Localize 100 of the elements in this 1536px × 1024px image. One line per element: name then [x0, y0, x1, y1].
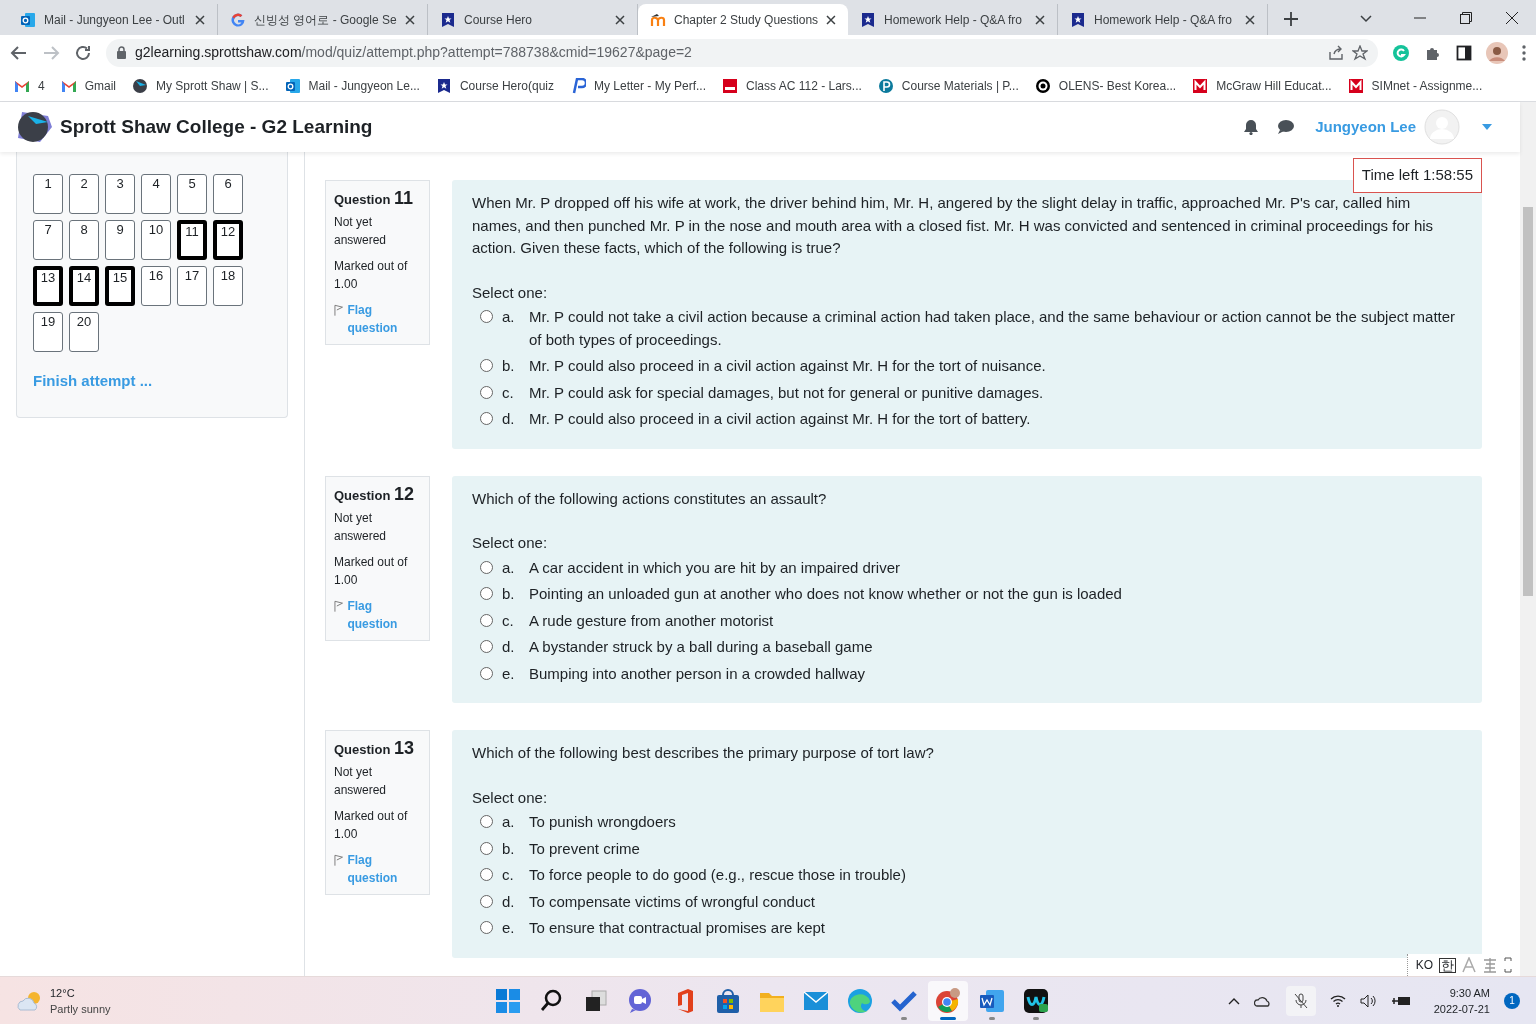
bookmark[interactable]: Class AC 112 - Lars... [722, 76, 862, 95]
hangul-mode[interactable]: 한 [1439, 957, 1456, 973]
option-text[interactable]: Mr. P could ask for special damages, but not for general or punitive damages. [529, 381, 1044, 404]
option-text[interactable]: A rude gesture from another motorist [529, 609, 774, 632]
close-icon[interactable] [405, 14, 415, 25]
question-nav-button[interactable]: 18 [213, 266, 243, 306]
scrollbar[interactable] [1520, 102, 1536, 976]
microphone-muted-button[interactable] [1285, 985, 1316, 1016]
radio-button[interactable] [480, 666, 493, 680]
back-icon[interactable] [10, 43, 28, 62]
question-nav-button[interactable]: 13 [33, 266, 63, 306]
bookmark[interactable]: Gmail [60, 76, 117, 95]
question-nav-button[interactable]: 4 [141, 174, 171, 214]
option-text[interactable]: Mr. P could not take a civil action because a criminal action had taken place, and the same behaviour or action cannot be the subject matter of both types of proceedings. [529, 306, 1462, 351]
site-title[interactable]: Sprott Shaw College - G2 Learning [60, 112, 373, 142]
dropdown-caret-icon[interactable] [1482, 124, 1492, 130]
bookmark[interactable]: My Letter - My Perf... [570, 76, 706, 95]
flag-icon[interactable] [334, 599, 344, 612]
radio-button[interactable] [480, 815, 493, 828]
radio-button[interactable] [480, 921, 493, 934]
question-nav-button[interactable]: 11 [177, 220, 207, 260]
question-nav-button[interactable]: 1 [33, 174, 63, 214]
radio-button[interactable] [480, 310, 493, 323]
question-nav-button[interactable]: 15 [105, 266, 135, 306]
share-icon[interactable] [1328, 44, 1344, 61]
question-nav-button[interactable]: 17 [177, 266, 207, 306]
option-text[interactable]: To prevent crime [529, 837, 640, 860]
close-icon[interactable] [195, 14, 205, 25]
radio-button[interactable] [480, 894, 493, 908]
close-icon[interactable] [826, 14, 836, 25]
option-text[interactable]: A bystander struck by a ball during a baseball game [529, 636, 873, 659]
question-nav-button[interactable]: 3 [105, 174, 135, 214]
volume-icon[interactable] [1359, 993, 1378, 1008]
question-nav-button[interactable]: 6 [213, 174, 243, 214]
bell-icon[interactable] [1243, 119, 1260, 135]
bookmark[interactable]: OLENS- Best Korea... [1034, 76, 1177, 95]
radio-button[interactable] [480, 587, 493, 600]
option-text[interactable]: Mr. P could also proceed in a civil action against Mr. H for the tort of nuisance. [529, 355, 1046, 378]
radio-button[interactable] [480, 613, 493, 627]
menu-icon[interactable] [1522, 44, 1526, 61]
browser-tab[interactable]: 신빙성 영어로 - Google Se [218, 4, 428, 35]
bookmark[interactable]: 4 [14, 76, 45, 95]
close-icon[interactable] [615, 14, 625, 25]
ime-mode[interactable]: KO [1415, 956, 1433, 974]
wifi-icon[interactable] [1329, 994, 1346, 1007]
question-nav-button[interactable]: 19 [33, 312, 63, 352]
bookmark[interactable]: McGraw Hill Educat... [1192, 76, 1332, 95]
question-nav-button[interactable]: 12 [213, 220, 243, 260]
bookmark[interactable]: My Sprott Shaw | S... [132, 76, 269, 95]
restore-icon[interactable] [1460, 12, 1472, 24]
browser-tab[interactable]: Chapter 2 Study Questions [638, 4, 848, 35]
browser-tab[interactable]: Homework Help - Q&A fro [1058, 4, 1268, 35]
radio-button[interactable] [480, 412, 493, 425]
bookmark[interactable]: Course Hero(quiz [435, 76, 554, 95]
option-text[interactable]: To ensure that contractual promises are kept [529, 917, 825, 940]
bookmark[interactable]: Mail - Jungyeon Le... [284, 76, 420, 95]
question-nav-button[interactable]: 8 [69, 220, 99, 260]
browser-tab[interactable]: Course Hero [428, 4, 638, 35]
option-text[interactable]: To punish wrongdoers [529, 811, 676, 834]
chevron-up-icon[interactable] [1227, 996, 1240, 1005]
radio-button[interactable] [480, 385, 493, 399]
star-icon[interactable] [1352, 44, 1368, 61]
reload-icon[interactable] [74, 43, 92, 62]
flag-icon[interactable] [334, 304, 344, 316]
question-nav-button[interactable]: 20 [69, 312, 99, 352]
option-text[interactable]: A car accident in which you are hit by an impaired driver [529, 556, 900, 579]
new-tab-icon[interactable] [1284, 12, 1298, 26]
option-text[interactable]: Bumping into another person in a crowded hallway [529, 662, 866, 685]
bookmark[interactable]: Course Materials | P... [877, 76, 1019, 95]
close-icon[interactable] [1035, 14, 1045, 25]
clock[interactable]: 9:30 AM 2022-07-21 [1433, 984, 1490, 1017]
expand-icon[interactable] [1504, 957, 1512, 973]
notification-badge[interactable]: 1 [1504, 992, 1520, 1009]
chat-bubble-icon[interactable] [1277, 119, 1296, 135]
radio-button[interactable] [480, 640, 493, 653]
radio-button[interactable] [480, 359, 493, 372]
radio-button[interactable] [480, 841, 493, 855]
question-nav-button[interactable]: 9 [105, 220, 135, 260]
question-nav-button[interactable]: 16 [141, 266, 171, 306]
battery-charging-icon[interactable] [1391, 994, 1412, 1007]
hanja-icon[interactable] [1482, 957, 1498, 973]
option-text[interactable]: To force people to do good (e.g., rescue those in trouble) [529, 864, 906, 887]
address-bar[interactable]: g2learning.sprottshaw.com/mod/quiz/attempt.php?attempt=788738&cmid=19627&page=2 [106, 38, 1378, 67]
radio-button[interactable] [480, 560, 493, 574]
radio-button[interactable] [480, 868, 493, 881]
chrome-icon[interactable] [928, 980, 968, 1021]
question-nav-button[interactable]: 14 [69, 266, 99, 306]
tab-search-icon[interactable] [1360, 15, 1372, 23]
close-icon[interactable] [1506, 12, 1518, 24]
close-icon[interactable] [1245, 14, 1255, 25]
question-nav-button[interactable]: 5 [177, 174, 207, 214]
option-text[interactable]: Pointing an unloaded gun at another who does not know whether or not the gun is loaded [529, 583, 1122, 606]
avatar-icon[interactable] [1486, 41, 1508, 64]
flag-icon[interactable] [334, 854, 344, 866]
cloud-icon[interactable] [1253, 994, 1272, 1007]
question-nav-button[interactable]: 7 [33, 220, 63, 260]
browser-tab[interactable]: Homework Help - Q&A fro [848, 4, 1058, 35]
college-logo-icon[interactable] [16, 110, 52, 144]
side-panel-icon[interactable] [1456, 44, 1472, 61]
browser-tab[interactable]: Mail - Jungyeon Lee - Outl [8, 4, 218, 35]
